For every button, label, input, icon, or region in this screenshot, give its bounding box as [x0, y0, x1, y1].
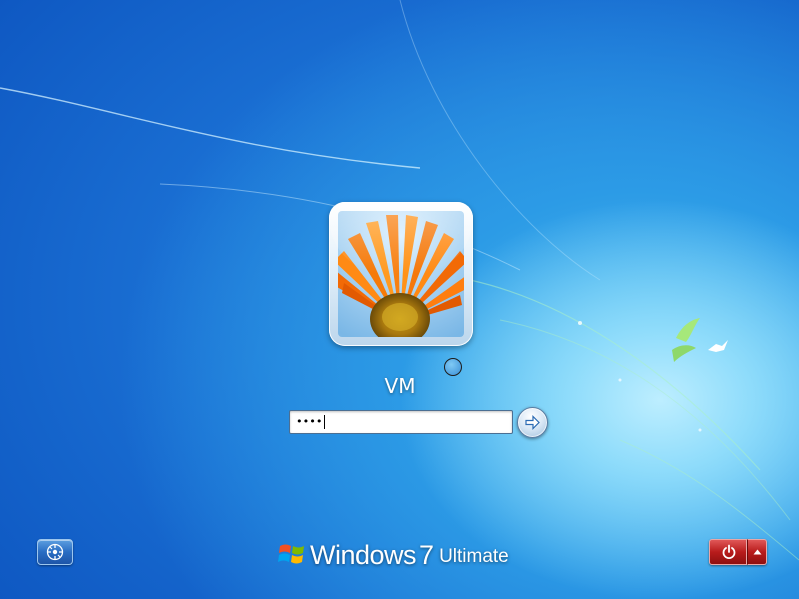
- small-bird-icon: [708, 340, 728, 352]
- flower-icon: [338, 211, 464, 337]
- windows-flag-icon: [278, 544, 304, 564]
- brand-name: Windows: [310, 540, 417, 570]
- password-value: ••••: [296, 415, 323, 428]
- submit-button[interactable]: [517, 407, 548, 438]
- power-icon: [722, 544, 736, 559]
- bird-icon: [672, 318, 700, 362]
- shutdown-controls: [709, 539, 767, 565]
- brand-version: 7: [419, 540, 435, 570]
- ease-of-access-button[interactable]: [37, 539, 73, 565]
- shutdown-button[interactable]: [709, 539, 747, 565]
- shutdown-options-button[interactable]: [747, 539, 767, 565]
- user-avatar: [338, 211, 464, 337]
- text-caret: [323, 415, 325, 429]
- user-avatar-frame[interactable]: [329, 202, 473, 346]
- ease-of-access-icon: [46, 543, 64, 561]
- triangle-up-icon: [753, 549, 762, 555]
- windows-branding: Windows 7 Ultimate: [278, 536, 509, 570]
- arrow-right-icon: [525, 415, 540, 430]
- user-name: VM: [384, 374, 416, 398]
- brand-edition: Ultimate: [439, 546, 509, 567]
- password-field[interactable]: ••••: [289, 410, 513, 434]
